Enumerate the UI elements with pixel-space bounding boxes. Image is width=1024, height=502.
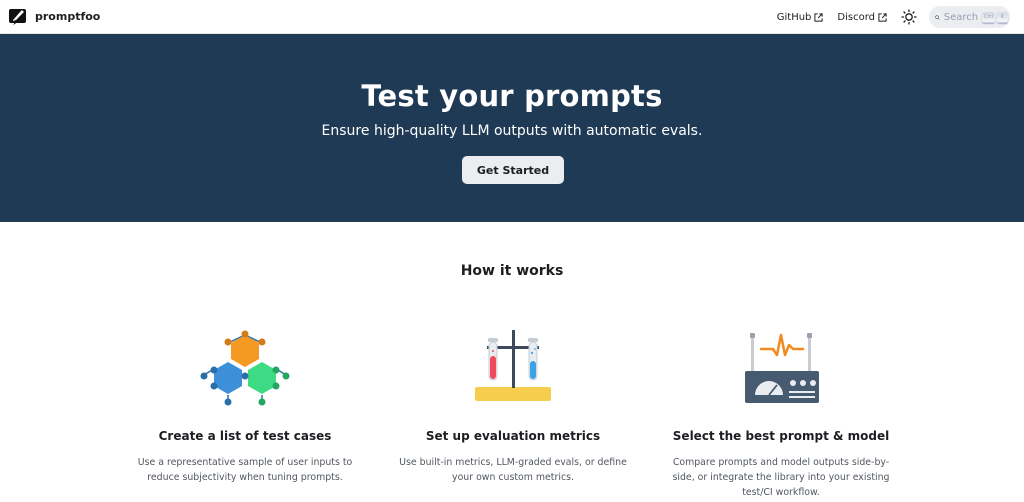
- how-it-works-heading: How it works: [460, 263, 564, 279]
- discord-link[interactable]: Discord: [837, 12, 887, 23]
- test-tubes-icon: [475, 330, 551, 401]
- external-link-icon: [814, 12, 824, 22]
- promptfoo-logo-icon: [9, 8, 26, 25]
- feature-title: Set up evaluation metrics: [425, 429, 601, 443]
- gauge-device-icon: [745, 333, 819, 403]
- search-shortcut: Ctrl K: [982, 11, 1010, 23]
- github-link-label: GitHub: [776, 11, 812, 23]
- feature-title: Select the best prompt & model: [672, 429, 890, 443]
- feature-description: Compare prompts and model outputs side-b…: [672, 457, 890, 498]
- feature-card: Select the best prompt & model Compare p…: [651, 325, 911, 500]
- brand-link[interactable]: promptfoo: [8, 7, 100, 27]
- brand-name: promptfoo: [35, 10, 101, 23]
- navbar-right: GitHub Discord Search Ctrl K: [777, 0, 1010, 34]
- external-link-icon: [878, 12, 887, 22]
- hexagon-molecule-icon: [200, 330, 290, 406]
- navbar: promptfoo GitHub Discord Search Ctrl K: [0, 0, 1024, 34]
- search-button[interactable]: Search Ctrl K: [929, 6, 1010, 28]
- hero-subtitle: Ensure high-quality LLM outputs with aut…: [321, 123, 703, 139]
- feature-card: Set up evaluation metrics Use built-in m…: [383, 325, 643, 485]
- feature-description: Use built-in metrics, LLM-graded evals, …: [399, 457, 627, 483]
- discord-link-label: Discord: [837, 11, 875, 23]
- shortcut-key-ctrl: Ctrl: [982, 11, 995, 23]
- hero-title: Test your prompts: [361, 79, 663, 113]
- sun-icon[interactable]: [901, 9, 917, 25]
- feature-title: Create a list of test cases: [158, 429, 332, 443]
- search-icon: [935, 14, 940, 20]
- shortcut-key-k: K: [997, 11, 1008, 23]
- search-placeholder: Search: [943, 11, 979, 23]
- feature-description: Use a representative sample of user inpu…: [137, 457, 353, 483]
- feature-card: Create a list of test cases Use a repres…: [115, 325, 375, 485]
- get-started-button[interactable]: Get Started: [462, 156, 564, 184]
- hero-banner: Test your prompts Ensure high-quality LL…: [0, 34, 1024, 222]
- github-link[interactable]: GitHub: [777, 12, 824, 23]
